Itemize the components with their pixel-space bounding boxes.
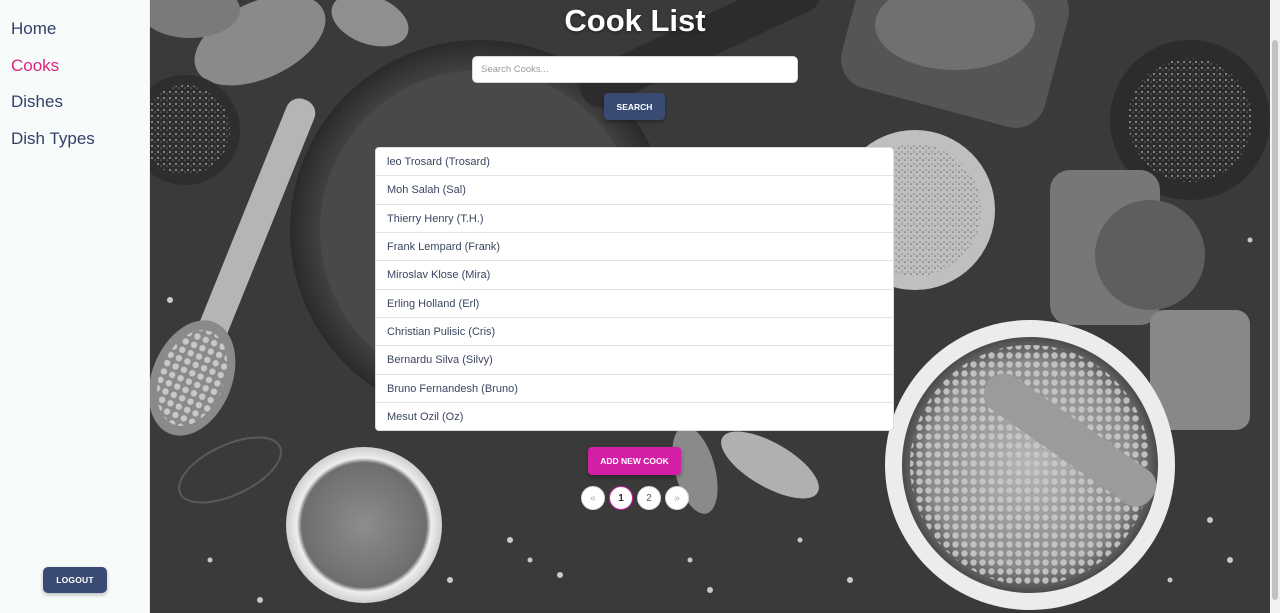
pagination-page-2[interactable]: 2 [637, 486, 661, 510]
pagination-next[interactable]: » [665, 486, 689, 510]
search-input[interactable] [472, 56, 798, 83]
cook-list-item[interactable]: Bernardu Silva (Silvy) [376, 346, 893, 375]
sidebar: Home Cooks Dishes Dish Types LOGOUT [0, 0, 150, 613]
pagination-page-1[interactable]: 1 [609, 486, 633, 510]
sidebar-item-cooks: Cooks [0, 55, 149, 92]
scrollbar[interactable] [1270, 0, 1280, 613]
add-new-cook-button[interactable]: ADD NEW COOK [588, 447, 681, 475]
pagination: « 1 2 » [581, 486, 689, 510]
scrollbar-thumb[interactable] [1272, 40, 1278, 600]
sidebar-item-dish-types: Dish Types [0, 128, 149, 165]
cook-list-item[interactable]: Moh Salah (Sal) [376, 176, 893, 205]
cook-list-item[interactable]: Frank Lempard (Frank) [376, 233, 893, 262]
cook-list-item[interactable]: Christian Pulisic (Cris) [376, 318, 893, 347]
cook-list-item[interactable]: Miroslav Klose (Mira) [376, 261, 893, 290]
cook-list-item[interactable]: Bruno Fernandesh (Bruno) [376, 375, 893, 404]
cook-list-item[interactable]: leo Trosard (Trosard) [376, 148, 893, 177]
logout-button[interactable]: LOGOUT [43, 567, 107, 593]
nav-link-dish-types[interactable]: Dish Types [0, 128, 149, 150]
cook-list-item[interactable]: Erling Holland (Erl) [376, 290, 893, 319]
cook-list-item[interactable]: Thierry Henry (T.H.) [376, 205, 893, 234]
cook-list: leo Trosard (Trosard) Moh Salah (Sal) Th… [375, 147, 894, 431]
sidebar-item-dishes: Dishes [0, 91, 149, 128]
page-title: Cook List [564, 3, 706, 38]
nav-link-home[interactable]: Home [0, 18, 149, 40]
nav-link-cooks[interactable]: Cooks [0, 55, 149, 77]
search-button[interactable]: SEARCH [604, 93, 665, 120]
sidebar-nav: Home Cooks Dishes Dish Types [0, 0, 149, 164]
cook-list-item[interactable]: Mesut Ozil (Oz) [376, 403, 893, 430]
sidebar-item-home: Home [0, 18, 149, 55]
nav-link-dishes[interactable]: Dishes [0, 91, 149, 113]
pagination-prev[interactable]: « [581, 486, 605, 510]
